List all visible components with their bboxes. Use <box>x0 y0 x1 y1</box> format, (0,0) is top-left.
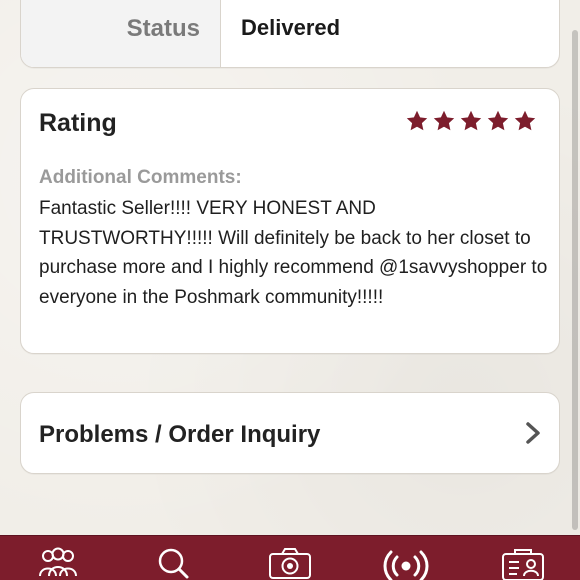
star-icon <box>486 109 510 133</box>
tab-people[interactable] <box>30 546 86 580</box>
star-icon <box>432 109 456 133</box>
rating-title: Rating <box>39 109 117 137</box>
tab-search[interactable] <box>145 546 201 580</box>
status-value: Delivered <box>241 15 341 40</box>
scrollbar[interactable] <box>572 30 578 530</box>
comments-label: Additional Comments: <box>39 167 242 188</box>
status-card: Status Delivered <box>20 0 560 68</box>
search-icon <box>158 548 189 579</box>
star-icon <box>459 109 483 133</box>
tab-camera[interactable] <box>262 546 318 580</box>
profile-card-icon <box>502 549 544 580</box>
people-icon <box>39 547 77 577</box>
tab-profile[interactable] <box>495 546 551 580</box>
chevron-right-icon <box>525 421 541 445</box>
star-icon <box>513 109 537 133</box>
status-label-cell: Status <box>21 0 221 67</box>
camera-icon <box>269 548 311 579</box>
comments-text: Fantastic Seller!!!! VERY HONEST AND TRU… <box>39 198 548 308</box>
star-icon <box>405 109 429 133</box>
problems-order-inquiry-button[interactable]: Problems / Order Inquiry <box>20 392 560 474</box>
rating-card: Rating Additional Comments: Fantastic Se… <box>20 88 560 354</box>
tab-bar <box>0 535 580 580</box>
broadcast-icon <box>383 550 429 580</box>
problems-label: Problems / Order Inquiry <box>39 421 321 448</box>
status-label: Status <box>126 15 200 42</box>
tab-broadcast[interactable] <box>378 546 434 580</box>
rating-stars <box>405 109 537 133</box>
